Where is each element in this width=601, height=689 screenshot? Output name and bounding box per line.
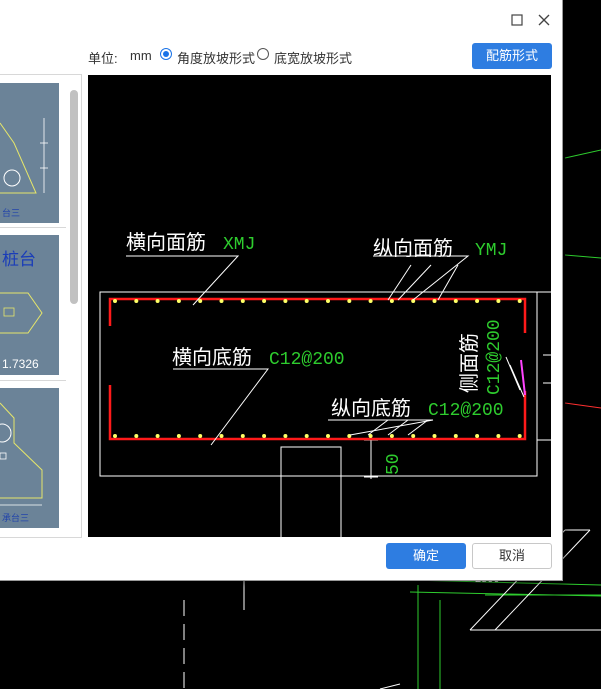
bottom-rebar-dots [113,434,522,438]
rebar-dot [219,299,224,303]
template-1-graphic: 台三 [0,118,48,218]
side-bar-code: C12@200 [485,319,505,395]
rebar-dot [304,299,309,303]
transverse-bottom-code: C12@200 [269,350,345,370]
template-item-1[interactable]: 台三 [0,83,59,223]
rebar-dot [389,299,394,303]
rebar-dot [219,434,224,438]
rebar-dot [283,434,288,438]
template-2-title: 桩台 [2,250,36,269]
rebar-dot [453,299,458,303]
template-3-graphic: 承台三 [0,402,43,523]
rebar-dot [326,434,330,438]
radio-width-slope[interactable] [257,48,269,60]
unit-value: mm [130,48,152,63]
rebar-dot [453,434,458,438]
rebar-dot [517,434,522,438]
rebar-settings-dialog: 单位: mm 角度放坡形式 底宽放坡形式 配筋形式 台三 桩台 1.7326 承… [0,0,563,581]
column-outline [280,446,342,537]
template-3-caption: 承台三 [2,512,29,523]
transverse-bottom-label: 横向底筋 [172,346,252,369]
cover-dimension: 50 [384,453,404,475]
rebar-dot [432,299,437,303]
rebar-dot [240,299,245,303]
rebar-dot [176,299,181,303]
rebar-dot [262,299,267,303]
longitudinal-top-label: 纵向面筋 [373,237,453,260]
longitudinal-bottom-label: 纵向底筋 [331,397,411,420]
maximize-icon[interactable] [507,10,527,30]
side-bar-label: 侧面筋 [458,333,481,393]
template-1-caption: 台三 [2,207,20,218]
rebar-dot [240,434,245,438]
rebar-dot [134,434,139,438]
rebar-dot [326,299,330,303]
template-item-3[interactable]: 承台三 [0,388,59,528]
rebar-dot [113,434,117,438]
rebar-dot [517,299,522,303]
rebar-dot [134,299,139,303]
template-2-value: 1.7326 [2,357,39,371]
rebar-dot [432,434,437,438]
rebar-dot [475,434,480,438]
rebar-dot [198,299,203,303]
rebar-dot [368,299,373,303]
rebar-preview-canvas: 横向面筋 XMJ 纵向面筋 YMJ 横向底筋 C12@200 纵向底筋 C12@… [88,75,551,537]
rebar-dot [304,434,309,438]
rebar-dot [113,299,117,303]
rebar-dot [411,434,416,438]
transverse-top-code: XMJ [223,235,255,255]
longitudinal-top-code: YMJ [475,241,507,261]
template-item-2[interactable]: 桩台 1.7326 [0,235,59,375]
close-icon[interactable] [534,10,554,30]
rebar-dot [262,434,267,438]
rebar-dot [496,434,501,438]
template-2-graphic: 桩台 1.7326 [0,250,43,371]
unit-label: 单位: [88,51,118,66]
config-rebar-button[interactable]: 配筋形式 [472,43,552,69]
cancel-button[interactable]: 取消 [472,543,552,569]
scrollbar-thumb[interactable] [70,90,78,304]
rebar-dot [176,434,181,438]
radio-angle-slope[interactable] [160,48,172,60]
rebar-dot [155,434,160,438]
longitudinal-bottom-code: C12@200 [428,401,504,421]
option-width-slope-label[interactable]: 底宽放坡形式 [274,48,352,67]
ok-button[interactable]: 确定 [386,543,466,569]
rebar-diagram: 横向面筋 XMJ 纵向面筋 YMJ 横向底筋 C12@200 纵向底筋 C12@… [99,231,551,537]
rebar-dot [283,299,288,303]
rebar-dot [389,434,394,438]
transverse-top-label: 横向面筋 [126,231,206,254]
rebar-dot [496,299,501,303]
rebar-dot [198,434,203,438]
option-angle-slope-label[interactable]: 角度放坡形式 [177,48,255,67]
rebar-dot [347,299,352,303]
rebar-dot [475,299,480,303]
rebar-dot [155,299,160,303]
